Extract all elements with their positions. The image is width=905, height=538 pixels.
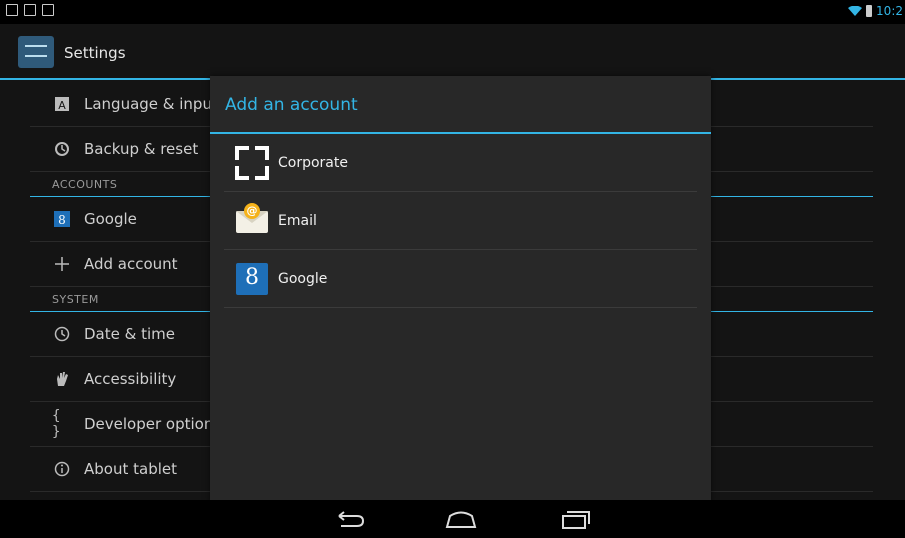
setting-label: About tablet — [84, 460, 177, 478]
settings-app-icon[interactable] — [18, 36, 54, 68]
setting-label: Accessibility — [84, 370, 177, 388]
wifi-icon — [848, 6, 863, 16]
svg-text:8: 8 — [58, 213, 66, 227]
email-icon: @ — [234, 202, 270, 239]
mail-notification-icon — [24, 4, 36, 16]
google-icon: 8 — [234, 261, 270, 297]
clock-time: 10:2 — [876, 4, 903, 18]
keyboard-icon: A — [52, 94, 72, 114]
settings-app: Settings A Language & input Backup & res… — [0, 24, 905, 503]
account-type-label: Google — [278, 270, 328, 287]
section-header-label: ACCOUNTS — [52, 177, 118, 191]
section-header-label: SYSTEM — [52, 292, 99, 306]
setting-label: Google — [84, 210, 137, 228]
back-icon[interactable] — [333, 508, 367, 530]
action-bar: Settings — [0, 24, 905, 80]
setting-label: Backup & reset — [84, 140, 199, 158]
backup-icon — [52, 139, 72, 159]
hand-icon — [52, 369, 72, 389]
add-account-dialog: Add an account Corporate @ Email 8 Googl… — [210, 76, 711, 503]
page-title: Settings — [64, 44, 126, 62]
account-type-label: Corporate — [278, 154, 348, 171]
setting-label: Language & input — [84, 95, 218, 113]
navigation-bar — [0, 500, 905, 538]
dialog-title: Add an account — [225, 95, 358, 115]
plus-icon — [52, 254, 72, 274]
account-type-email[interactable]: @ Email — [224, 192, 697, 250]
notification-icons — [6, 4, 54, 16]
status-right: 10:2 — [848, 4, 903, 18]
download-notification-icon — [42, 4, 54, 16]
braces-icon: { } — [52, 408, 61, 440]
clock-icon — [52, 324, 72, 344]
recent-apps-icon[interactable] — [559, 508, 593, 530]
info-icon — [52, 459, 72, 479]
svg-text:A: A — [58, 99, 66, 112]
battery-icon — [866, 5, 873, 17]
setting-label: Date & time — [84, 325, 175, 343]
setting-label: Add account — [84, 255, 178, 273]
account-type-corporate[interactable]: Corporate — [224, 134, 697, 192]
setting-label: Developer options — [84, 415, 222, 433]
screenshot-notification-icon — [6, 4, 18, 16]
status-bar: 10:2 — [0, 0, 905, 24]
account-type-list: Corporate @ Email 8 Google — [224, 134, 697, 308]
account-type-google[interactable]: 8 Google — [224, 250, 697, 308]
google-icon: 8 — [52, 209, 72, 229]
account-type-label: Email — [278, 212, 317, 229]
home-icon[interactable] — [444, 508, 478, 530]
corporate-icon — [234, 145, 270, 181]
